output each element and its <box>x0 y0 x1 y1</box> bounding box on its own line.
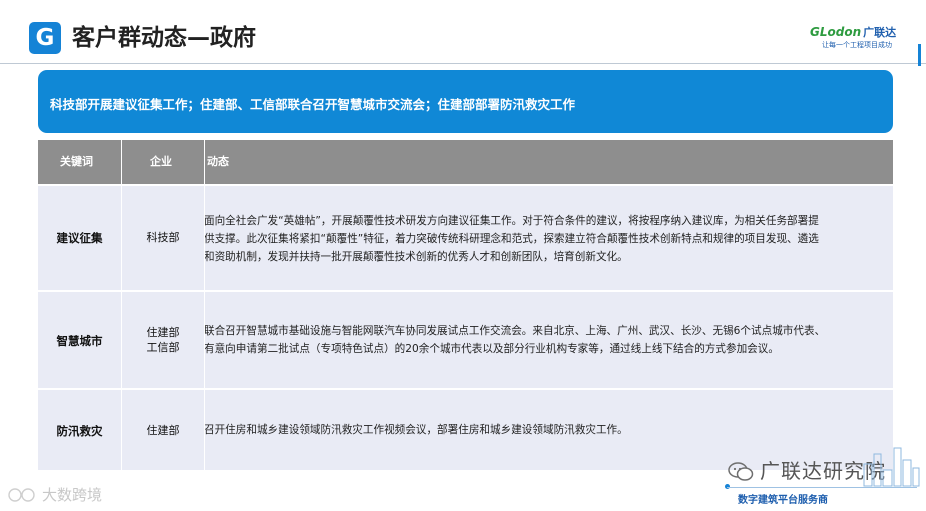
row-company: 住建部 <box>146 424 180 437</box>
row-keyword: 防汛救灾 <box>56 424 103 438</box>
row-company: 科技部 <box>146 231 180 244</box>
footer-slogan: 数字建筑平台服务商 <box>738 495 828 506</box>
column-header-company: 企业 <box>150 155 172 168</box>
row-description: 面向全社会广发“英雄帖”，开展颠覆性技术研发方向建议征集工作。对于符合条件的建议… <box>204 215 819 263</box>
brand-tagline: 让每一个工程项目成功 <box>822 41 892 49</box>
column-header-news: 动态 <box>207 155 229 168</box>
brand-logo: GLodon 广联达 <box>810 24 896 40</box>
table-header: 关键词 企业 动态 <box>38 140 893 184</box>
city-skyline-icon <box>863 447 920 487</box>
row-description: 联合召开智慧城市基础设施与智能网联汽车协同发展试点工作交流会。来自北京、上海、广… <box>204 325 826 355</box>
watermark-text: 大数跨境 <box>42 486 103 504</box>
page-title: 客户群动态—政府 <box>72 25 256 51</box>
summary-text: 科技部开展建议征集工作；住建部、工信部联合召开智慧城市交流会；住建部部署防汛救灾… <box>50 97 576 112</box>
company-logo-icon: G <box>29 22 61 54</box>
title-divider <box>0 63 926 64</box>
watermark-logo-icon <box>8 488 35 502</box>
column-header-keyword: 关键词 <box>60 155 93 168</box>
brand-cn: 广联达 <box>863 26 897 39</box>
row-keyword: 智慧城市 <box>56 334 103 348</box>
wechat-icon <box>728 462 754 481</box>
column-divider <box>204 140 205 470</box>
table-row: 建议征集 科技部 面向全社会广发“英雄帖”，开展颠覆性技术研发方向建议征集工作。… <box>38 186 893 290</box>
summary-banner: 科技部开展建议征集工作；住建部、工信部联合召开智慧城市交流会；住建部部署防汛救灾… <box>38 70 893 133</box>
accent-bar <box>918 44 921 66</box>
brand-name: GLodon <box>810 25 862 39</box>
table-row: 智慧城市 住建部 工信部 联合召开智慧城市基础设施与智能网联汽车协同发展试点工作… <box>38 292 893 388</box>
row-company: 住建部 工信部 <box>146 326 180 354</box>
column-divider <box>121 140 122 470</box>
row-keyword: 建议征集 <box>56 231 103 245</box>
row-description: 召开住房和城乡建设领域防汛救灾工作视频会议，部署住房和城乡建设领域防汛救灾工作。 <box>204 424 628 436</box>
